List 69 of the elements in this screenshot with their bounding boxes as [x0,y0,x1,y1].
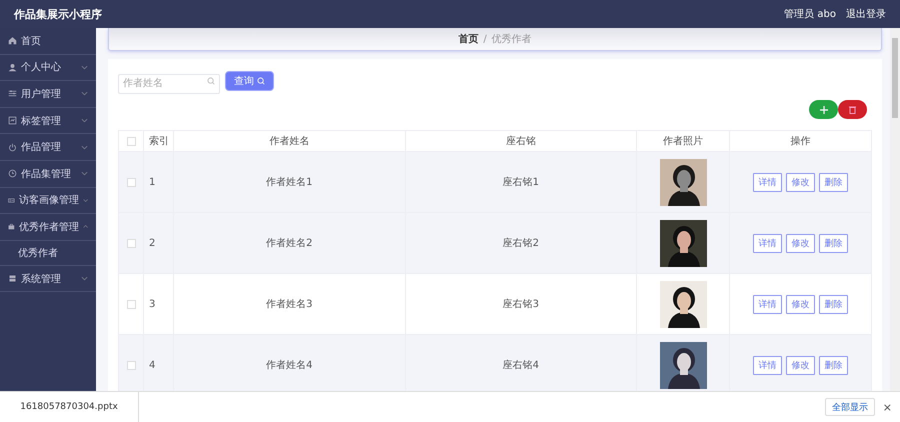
action-button[interactable]: 删除 [819,356,848,374]
home-icon [8,36,17,46]
table-cell-text: 座右铭4 [502,358,539,372]
column-header: 座右铭 [506,134,536,148]
action-button[interactable]: 详情 [753,356,782,374]
power-icon [8,142,17,152]
chevron-icon [82,224,88,230]
action-button[interactable]: 删除 [819,294,848,314]
chevron-icon [81,64,88,70]
table-cell: 2 [149,238,156,248]
table-cell: 4 [149,360,156,370]
submenu-item[interactable]: 优秀作者 [18,246,58,260]
admin-user-label: 管理员 abo [784,8,836,21]
table-cell-text: 座右铭3 [502,298,539,311]
search-field[interactable]: 作者姓名 [118,74,220,94]
chevron-icon [82,198,88,203]
column-header: 作者姓名 [269,134,310,148]
row-checkbox[interactable] [126,300,136,308]
table-cell-text: 座右铭2 [502,236,539,250]
sliders-icon [8,89,17,98]
action-button[interactable]: 修改 [786,294,815,314]
column-header: 操作 [790,135,810,148]
table-cell-text: 作者姓名1 [266,176,312,189]
action-button[interactable]: 删除 [819,172,848,192]
clock-icon [8,169,17,178]
table-cell: 1 [149,176,156,188]
search-icon [257,77,265,85]
table-cell-text: 座右铭1 [502,176,539,189]
column-header: 索引 [149,134,169,148]
action-button[interactable]: 详情 [753,234,782,252]
show-all-button[interactable]: 全部显示 [824,398,875,416]
server-icon [8,274,17,284]
column-header: 作者照片 [663,134,703,148]
breadcrumb-item[interactable]: 首页 [458,32,478,46]
chevron-icon [81,118,88,124]
query-button[interactable]: 查询 [225,71,274,91]
select-all-checkbox[interactable] [126,136,136,146]
action-button[interactable]: 修改 [786,172,815,192]
tag-icon [8,116,17,126]
action-button[interactable]: 详情 [753,172,782,192]
row-checkbox[interactable] [126,360,136,370]
logout-link[interactable]: 退出登录 [846,7,886,21]
search-icon [207,77,215,85]
delete-button[interactable] [838,100,867,119]
trash-icon [849,106,856,114]
chevron-icon [81,171,88,176]
table-cell: 3 [149,298,156,310]
action-button[interactable]: 修改 [786,234,815,252]
breadcrumb-separator: / [483,34,487,44]
file-name[interactable]: 1618057870304.pptx [20,402,118,412]
table-cell-text: 作者姓名2 [266,236,312,250]
scrollbar[interactable] [890,28,900,391]
action-button[interactable]: 修改 [786,356,815,374]
row-checkbox[interactable] [126,178,136,186]
user-icon [8,62,17,72]
add-button[interactable] [809,100,838,119]
table-cell-text: 作者姓名4 [266,358,312,372]
table-cell-text: 作者姓名3 [266,298,312,311]
close-button[interactable]: × [882,400,892,414]
chevron-icon [81,144,88,150]
card-icon [8,196,15,205]
row-checkbox[interactable] [126,238,136,248]
app-title: 作品集展示小程序 [14,6,103,22]
action-button[interactable]: 详情 [753,294,782,314]
chevron-icon [81,276,88,282]
chevron-icon [81,91,88,96]
bag-icon [8,222,15,232]
plus-icon [820,106,828,114]
action-button[interactable]: 删除 [819,234,848,252]
